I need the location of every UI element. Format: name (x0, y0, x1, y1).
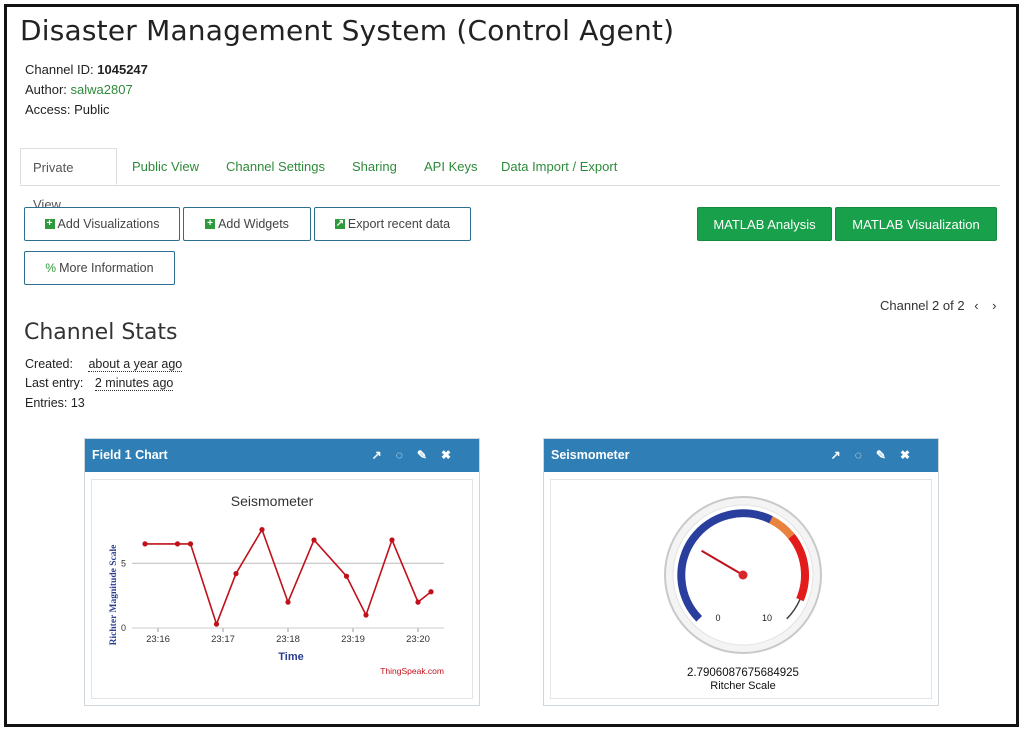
gauge-value: 2.7906087675684925 (687, 667, 799, 679)
stat-entries: Entries: 13 (25, 396, 85, 410)
y-tick-label: 5 (121, 558, 126, 568)
edit-icon[interactable]: ✎ (876, 448, 900, 462)
data-point (187, 541, 194, 547)
panel-actions: ↗◌✎✖ (831, 439, 924, 472)
comment-icon[interactable]: ◌ (396, 448, 417, 462)
tab-channel-settings[interactable]: Channel Settings (226, 148, 325, 185)
close-icon[interactable]: ✖ (900, 448, 924, 462)
data-point (174, 541, 181, 547)
data-point (415, 599, 421, 605)
access: Access: Public (25, 102, 110, 117)
chart-title: Seismometer (231, 493, 314, 509)
gauge-max-label: 10 (762, 613, 772, 623)
data-point (428, 589, 434, 595)
created-value: about a year ago (88, 357, 183, 372)
x-tick-label: 23:17 (211, 634, 235, 645)
plus-icon: + (205, 219, 216, 229)
comment-icon[interactable]: ◌ (855, 448, 876, 462)
channel-id: Channel ID: 1045247 (25, 62, 148, 77)
open-external-icon[interactable]: ↗ (831, 448, 855, 462)
channel-pager: Channel 2 of 2 ‹ › (880, 298, 997, 313)
data-point (142, 541, 148, 547)
tab-sharing[interactable]: Sharing (352, 148, 397, 185)
data-point (311, 537, 317, 543)
chevron-left-icon[interactable]: ‹ (974, 298, 978, 313)
data-point (259, 527, 265, 533)
last-entry-value: 2 minutes ago (94, 376, 174, 391)
chevron-right-icon[interactable]: › (992, 298, 996, 313)
stat-last-entry: Last entry: 2 minutes ago (25, 376, 174, 391)
data-point (285, 599, 291, 605)
stat-created: Created: about a year ago (25, 357, 183, 372)
field-chart-panel-header: Field 1 Chart ↗◌✎✖ (85, 439, 479, 472)
author-link[interactable]: salwa2807 (71, 82, 133, 97)
export-recent-data-button[interactable]: ↗ Export recent data (314, 207, 471, 241)
x-tick-label: 23:18 (276, 634, 300, 645)
tab-public-view[interactable]: Public View (132, 148, 199, 185)
data-point (343, 573, 350, 579)
more-information-button[interactable]: % More Information (24, 251, 175, 285)
add-visualizations-button[interactable]: + Add Visualizations (24, 207, 180, 241)
line-chart: Seismometer Richter Magnitude Scale Time… (109, 493, 444, 676)
gauge-unit: Ritcher Scale (710, 680, 775, 692)
data-point (233, 571, 239, 577)
x-tick-label: 23:20 (406, 634, 430, 645)
open-external-icon[interactable]: ↗ (372, 448, 396, 462)
link-icon: % (45, 261, 57, 275)
close-icon[interactable]: ✖ (441, 448, 465, 462)
page-title: Disaster Management System (Control Agen… (20, 14, 675, 47)
seismometer-gauge: 0 10 2.7906087675684925 Ritcher Scale (664, 496, 822, 692)
gauge-hub (738, 570, 748, 580)
y-tick-label: 0 (121, 623, 126, 633)
field-chart-area: Seismometer Richter Magnitude Scale Time… (91, 479, 473, 699)
gauge-min-label: 0 (715, 613, 720, 623)
x-axis-label: Time (278, 651, 303, 663)
channel-pager-label: Channel 2 of 2 (880, 298, 965, 313)
author: Author: salwa2807 (25, 82, 133, 97)
export-icon: ↗ (334, 218, 345, 229)
gauge-panel-header: Seismometer ↗◌✎✖ (544, 439, 938, 472)
channel-stats-heading: Channel Stats (24, 320, 178, 345)
tab-api-keys[interactable]: API Keys (424, 148, 477, 185)
gauge-area: 0 10 2.7906087675684925 Ritcher Scale (550, 479, 932, 699)
chart-watermark: ThingSpeak.com (380, 666, 444, 676)
x-tick-label: 23:19 (341, 634, 365, 645)
data-point (363, 612, 369, 618)
data-point (213, 621, 220, 627)
add-widgets-button[interactable]: + Add Widgets (183, 207, 311, 241)
matlab-analysis-button[interactable]: MATLAB Analysis (697, 207, 832, 241)
panel-actions: ↗◌✎✖ (372, 439, 465, 472)
gauge-panel: Seismometer ↗◌✎✖ 0 10 2.7906087675684925… (543, 438, 939, 706)
channel-id-value: 1045247 (97, 62, 148, 77)
x-tick-label: 23:16 (146, 634, 170, 645)
tab-bar: Private View Public View Channel Setting… (20, 148, 1000, 212)
plus-icon: + (44, 219, 55, 229)
field-chart-panel: Field 1 Chart ↗◌✎✖ Seismometer Richter M… (84, 438, 480, 706)
y-axis-label: Richter Magnitude Scale (109, 545, 119, 646)
tab-private-view[interactable]: Private View (20, 148, 117, 212)
matlab-visualization-button[interactable]: MATLAB Visualization (835, 207, 997, 241)
data-point (389, 537, 395, 543)
tab-data-import-export[interactable]: Data Import / Export (501, 148, 617, 185)
series-line (145, 527, 432, 627)
edit-icon[interactable]: ✎ (417, 448, 441, 462)
